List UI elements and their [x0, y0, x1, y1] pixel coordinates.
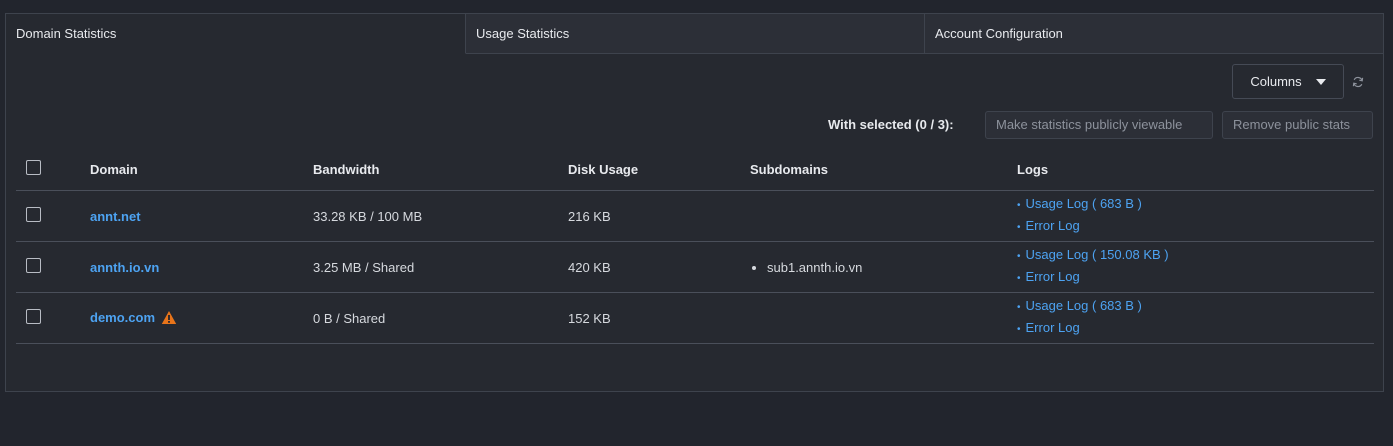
row-checkbox[interactable]: [26, 207, 41, 222]
domain-link[interactable]: annt.net: [90, 209, 141, 224]
error-log-link[interactable]: • Error Log: [1017, 318, 1374, 340]
columns-button[interactable]: Columns: [1232, 64, 1344, 99]
usage-log-link[interactable]: • Usage Log ( 150.08 KB ): [1017, 245, 1374, 267]
bullet-icon: •: [1017, 273, 1021, 284]
tab-bar: Domain Statistics Usage Statistics Accou…: [6, 14, 1383, 54]
bandwidth-cell: 0 B / Shared: [313, 292, 568, 344]
header-logs: Logs: [1017, 148, 1374, 191]
usage-log-link[interactable]: • Usage Log ( 683 B ): [1017, 194, 1374, 216]
usage-log-label: Usage Log ( 683 B ): [1025, 298, 1142, 313]
caret-down-icon: [1315, 78, 1326, 85]
disk-usage-cell: 420 KB: [568, 241, 750, 293]
subdomain-list: sub1.annth.io.vn: [750, 260, 1017, 275]
select-all-checkbox[interactable]: [26, 160, 41, 175]
statistics-panel: Domain Statistics Usage Statistics Accou…: [5, 13, 1384, 392]
subdomains-cell: [750, 190, 1017, 242]
columns-label: Columns: [1250, 74, 1302, 89]
table-row: demo.com 0 B / Shared 152 KB • Usage Log …: [16, 292, 1374, 344]
domain-table: Domain Bandwidth Disk Usage Subdomains L…: [16, 148, 1374, 344]
table-header-row: Domain Bandwidth Disk Usage Subdomains L…: [16, 148, 1374, 191]
domain-link[interactable]: annth.io.vn: [90, 260, 159, 275]
error-log-label: Error Log: [1025, 269, 1080, 284]
with-selected-label: With selected (0 / 3):: [828, 117, 954, 132]
row-checkbox[interactable]: [26, 258, 41, 273]
error-log-link[interactable]: • Error Log: [1017, 216, 1374, 238]
usage-log-link[interactable]: • Usage Log ( 683 B ): [1017, 296, 1374, 318]
subdomains-cell: [750, 292, 1017, 344]
bullet-icon: •: [1017, 302, 1021, 313]
remove-public-stats-button[interactable]: Remove public stats: [1222, 111, 1373, 139]
domain-link[interactable]: demo.com: [90, 310, 155, 325]
table-row: annth.io.vn 3.25 MB / Shared 420 KB sub1…: [16, 241, 1374, 293]
tab-domain-statistics[interactable]: Domain Statistics: [6, 14, 466, 54]
subdomains-cell: sub1.annth.io.vn: [750, 241, 1017, 293]
row-checkbox[interactable]: [26, 309, 41, 324]
table-row: annt.net 33.28 KB / 100 MB 216 KB • Usage…: [16, 190, 1374, 242]
bullet-icon: •: [1017, 200, 1021, 211]
header-subdomains: Subdomains: [750, 148, 1017, 191]
refresh-icon[interactable]: [1352, 76, 1364, 88]
header-disk-usage[interactable]: Disk Usage: [568, 148, 750, 191]
make-public-button[interactable]: Make statistics publicly viewable: [985, 111, 1213, 139]
bandwidth-cell: 33.28 KB / 100 MB: [313, 190, 568, 242]
disk-usage-cell: 216 KB: [568, 190, 750, 242]
bullet-icon: •: [1017, 324, 1021, 335]
usage-log-label: Usage Log ( 150.08 KB ): [1025, 247, 1169, 262]
warning-icon[interactable]: [161, 310, 177, 325]
tab-usage-statistics[interactable]: Usage Statistics: [466, 14, 925, 54]
error-log-link[interactable]: • Error Log: [1017, 267, 1374, 289]
bullet-icon: •: [1017, 222, 1021, 233]
disk-usage-cell: 152 KB: [568, 292, 750, 344]
usage-log-label: Usage Log ( 683 B ): [1025, 196, 1142, 211]
bandwidth-cell: 3.25 MB / Shared: [313, 241, 568, 293]
error-log-label: Error Log: [1025, 320, 1080, 335]
error-log-label: Error Log: [1025, 218, 1080, 233]
header-bandwidth[interactable]: Bandwidth: [313, 148, 568, 191]
subdomain-item: sub1.annth.io.vn: [767, 260, 1017, 275]
header-domain[interactable]: Domain: [90, 148, 313, 191]
bullet-icon: •: [1017, 251, 1021, 262]
tab-account-configuration[interactable]: Account Configuration: [925, 14, 1383, 54]
